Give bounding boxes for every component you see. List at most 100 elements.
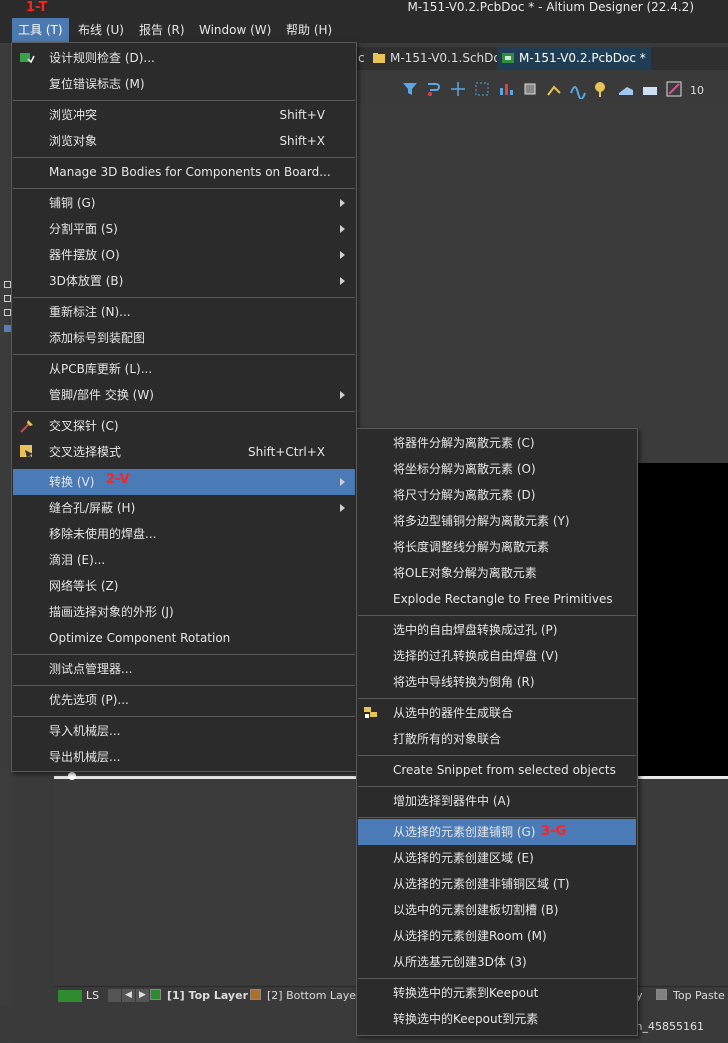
- menu-item-polygon-pours[interactable]: 铺铜 (G): [13, 190, 355, 216]
- tab-schdoc[interactable]: M-151-V0.1.SchDoc: [368, 47, 512, 70]
- menu-item-remove-unused-pads[interactable]: 移除未使用的焊盘...: [13, 521, 355, 547]
- menu-item-explode-dimension[interactable]: 将尺寸分解为离散元素 (D): [358, 482, 636, 508]
- menu-item-pads-to-vias[interactable]: 选中的自由焊盘转换成过孔 (P): [358, 617, 636, 643]
- menu-item-create-polygon-from-selected[interactable]: 从选择的元素创建铺铜 (G): [358, 819, 636, 845]
- pcb-icon: [502, 53, 514, 63]
- menu-item-explode-component[interactable]: 将器件分解为离散元素 (C): [358, 430, 636, 456]
- menu-item-manage-3d-bodies[interactable]: Manage 3D Bodies for Components on Board…: [13, 159, 355, 185]
- panel-checkbox[interactable]: [4, 281, 11, 288]
- panel-checkbox[interactable]: [4, 325, 11, 332]
- layer-tab-top-paste[interactable]: Top Paste: [656, 987, 725, 1005]
- interactive-route-icon[interactable]: [544, 79, 564, 99]
- menu-item-import-mechanical-layers[interactable]: 导入机械层...: [13, 718, 355, 744]
- menu-item-preferences[interactable]: 优先选项 (P)...: [13, 687, 355, 713]
- board-view[interactable]: [636, 463, 728, 778]
- menu-item-split-planes[interactable]: 分割平面 (S): [13, 216, 355, 242]
- menu-bar: 工具 (T) 布线 (U) 报告 (R) Window (W) 帮助 (H): [0, 18, 728, 43]
- menu-item-3d-body-placement[interactable]: 3D体放置 (B): [13, 268, 355, 294]
- menu-item-optimize-component-rotation[interactable]: Optimize Component Rotation: [13, 625, 355, 651]
- menu-item-pin-part-swap[interactable]: 管脚/部件 交换 (W): [13, 382, 355, 408]
- menu-item-outline-selected-objects[interactable]: 描画选择对象的外形 (J): [13, 599, 355, 625]
- menu-item-browse-objects[interactable]: 浏览对象 Shift+X: [13, 128, 355, 154]
- rectangle-icon[interactable]: [640, 79, 660, 99]
- menu-route[interactable]: 布线 (U): [72, 18, 130, 43]
- menu-item-add-selection-to-component[interactable]: 增加选择到器件中 (A): [358, 788, 636, 814]
- menu-item-explode-polygon[interactable]: 将多边型铺铜分解为离散元素 (Y): [358, 508, 636, 534]
- folder-icon: [373, 53, 385, 63]
- layer-set-label[interactable]: LS: [86, 987, 99, 1005]
- menu-item-equalize-net-lengths[interactable]: 网络等长 (Z): [13, 573, 355, 599]
- fill-icon[interactable]: [616, 79, 636, 99]
- menu-item-explode-length-tuning[interactable]: 将长度调整线分解为离散元素: [358, 534, 636, 560]
- drc-icon: [20, 53, 35, 64]
- svg-text:10: 10: [690, 84, 704, 97]
- menu-separator: [13, 297, 355, 298]
- title-bar: M-151-V0.2.PcbDoc * - Altium Designer (2…: [0, 0, 728, 18]
- layer-color-swatch: [656, 989, 667, 1000]
- panel-checkbox[interactable]: [4, 309, 11, 316]
- menu-item-teardrops[interactable]: 滴泪 (E)...: [13, 547, 355, 573]
- submenu-arrow-icon: [340, 504, 345, 512]
- menu-item-tracks-to-chamfer[interactable]: 将选中导线转换为倒角 (R): [358, 669, 636, 695]
- layer-set-swatch[interactable]: [58, 990, 82, 1002]
- submenu-arrow-icon: [340, 277, 345, 285]
- menu-tools[interactable]: 工具 (T): [12, 18, 69, 43]
- layer-scroll-prev[interactable]: ◀: [122, 989, 135, 1002]
- select-rect-icon[interactable]: [472, 79, 492, 99]
- menu-item-convert-to-keepout[interactable]: 转换选中的元素到Keepout: [358, 980, 636, 1006]
- layer-scroll-next[interactable]: ▶: [136, 989, 149, 1002]
- route-icon[interactable]: [424, 79, 444, 99]
- diff-pair-icon[interactable]: [568, 79, 588, 99]
- menu-item-cross-select-mode[interactable]: 交叉选择模式 Shift+Ctrl+X: [13, 439, 355, 465]
- menu-item-create-union[interactable]: 从选中的器件生成联合: [358, 700, 636, 726]
- menu-item-explode-ole[interactable]: 将OLE对象分解为离散元素: [358, 560, 636, 586]
- menu-item-testpoint-manager[interactable]: 测试点管理器...: [13, 656, 355, 682]
- menu-item-break-all-unions[interactable]: 打散所有的对象联合: [358, 726, 636, 752]
- menu-item-create-3d-body[interactable]: 从所选基元创建3D体 (3): [358, 949, 636, 975]
- menu-item-export-mechanical-layers[interactable]: 导出机械层...: [13, 744, 355, 770]
- via-icon[interactable]: [592, 79, 612, 99]
- menu-item-convert-keepout-to-primitives[interactable]: 转换选中的Keepout到元素: [358, 1006, 636, 1032]
- layer-scroll-left[interactable]: [108, 989, 121, 1002]
- layer-tab-label: [1] Top Layer: [167, 989, 248, 1002]
- menu-item-create-non-copper-region[interactable]: 从选择的元素创建非铺铜区域 (T): [358, 871, 636, 897]
- dimension-icon[interactable]: 10: [688, 79, 708, 99]
- menu-item-convert[interactable]: 转换 (V): [13, 469, 355, 495]
- menu-help[interactable]: 帮助 (H): [280, 18, 338, 43]
- layer-tab-top[interactable]: [1] Top Layer: [150, 987, 248, 1005]
- menu-item-explode-coordinate[interactable]: 将坐标分解为离散元素 (O): [358, 456, 636, 482]
- line-icon[interactable]: [664, 79, 684, 99]
- menu-item-design-rule-check[interactable]: 设计规则检查 (D)...: [13, 45, 355, 71]
- menu-item-create-room[interactable]: 从选择的元素创建Room (M): [358, 923, 636, 949]
- menu-item-create-snippet[interactable]: Create Snippet from selected objects: [358, 757, 636, 783]
- crosshair-icon[interactable]: [448, 79, 468, 99]
- tab-pcbdoc[interactable]: M-151-V0.2.PcbDoc *: [497, 47, 651, 70]
- menu-item-vias-to-pads[interactable]: 选择的过孔转换成自由焊盘 (V): [358, 643, 636, 669]
- menu-item-add-designators[interactable]: 添加标号到装配图: [13, 325, 355, 351]
- menu-separator: [358, 615, 636, 616]
- menu-item-reset-error-markers[interactable]: 复位错误标志 (M): [13, 71, 355, 97]
- cross-select-icon: [20, 445, 33, 459]
- panel-checkbox[interactable]: [4, 295, 11, 302]
- filter-icon[interactable]: [400, 79, 420, 99]
- menu-separator: [13, 188, 355, 189]
- menu-item-re-annotate[interactable]: 重新标注 (N)...: [13, 299, 355, 325]
- annotation-step-2: 2-V: [106, 472, 130, 487]
- menu-item-via-stitching-shielding[interactable]: 缝合孔/屏蔽 (H): [13, 495, 355, 521]
- layer-tab-bottom[interactable]: [2] Bottom Layer: [250, 987, 361, 1005]
- submenu-arrow-icon: [340, 478, 345, 486]
- document-tab-bar: c M-151-V0.1.SchDoc M-151-V0.2.PcbDoc *: [356, 47, 728, 70]
- menu-window[interactable]: Window (W): [193, 18, 277, 43]
- chart-icon[interactable]: [496, 79, 516, 99]
- pcb-toolbar: 10: [392, 75, 728, 103]
- component-icon[interactable]: [520, 79, 540, 99]
- menu-item-component-placement[interactable]: 器件摆放 (O): [13, 242, 355, 268]
- origin-marker: [68, 772, 76, 780]
- menu-item-update-from-pcb-library[interactable]: 从PCB库更新 (L)...: [13, 356, 355, 382]
- menu-item-create-board-cutout[interactable]: 以选中的元素创建板切割槽 (B): [358, 897, 636, 923]
- menu-item-explode-rectangle[interactable]: Explode Rectangle to Free Primitives: [358, 586, 636, 612]
- menu-item-browse-violations[interactable]: 浏览冲突 Shift+V: [13, 102, 355, 128]
- menu-reports[interactable]: 报告 (R): [133, 18, 191, 43]
- menu-item-create-region-from-selected[interactable]: 从选择的元素创建区域 (E): [358, 845, 636, 871]
- menu-item-cross-probe[interactable]: 交叉探针 (C): [13, 413, 355, 439]
